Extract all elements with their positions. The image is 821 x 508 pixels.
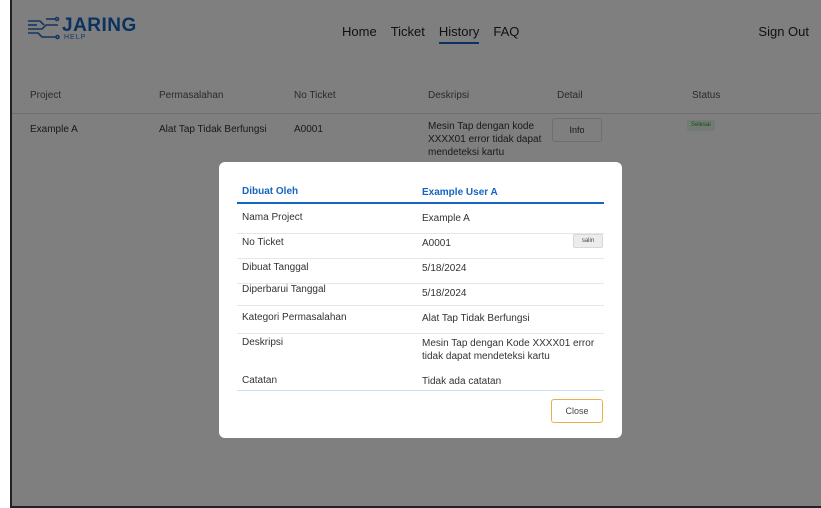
detail-label: Catatan bbox=[242, 375, 278, 386]
ticket-detail-modal: Dibuat Oleh Example User A Nama Project … bbox=[219, 162, 622, 438]
detail-value: Mesin Tap dengan Kode XXXX01 error tidak… bbox=[422, 338, 595, 362]
detail-value: 5/18/2024 bbox=[422, 263, 467, 274]
detail-value: A0001 bbox=[422, 238, 451, 249]
created-by-label: Dibuat Oleh bbox=[242, 186, 299, 197]
detail-row-ticket: No Ticket A0001 salin bbox=[237, 234, 604, 259]
detail-row-created: Dibuat Tanggal 5/18/2024 bbox=[237, 262, 604, 284]
detail-label: Deskripsi bbox=[242, 337, 284, 348]
detail-row-category: Kategori Permasalahan Alat Tap Tidak Ber… bbox=[237, 312, 604, 334]
detail-label: No Ticket bbox=[242, 237, 284, 248]
detail-value: Alat Tap Tidak Berfungsi bbox=[422, 313, 530, 324]
detail-row-updated: Diperbarui Tanggal 5/18/2024 bbox=[237, 284, 604, 306]
detail-label: Nama Project bbox=[242, 212, 303, 223]
created-by-value: Example User A bbox=[422, 187, 498, 198]
detail-label: Dibuat Tanggal bbox=[242, 262, 309, 273]
detail-value: 5/18/2024 bbox=[422, 288, 467, 299]
detail-value: Tidak ada catatan bbox=[422, 376, 502, 387]
detail-label: Kategori Permasalahan bbox=[242, 312, 347, 323]
detail-row-description: Deskripsi Mesin Tap dengan Kode XXXX01 e… bbox=[237, 337, 604, 375]
detail-label: Diperbarui Tanggal bbox=[242, 284, 326, 295]
detail-row-notes: Catatan Tidak ada catatan bbox=[237, 375, 604, 391]
detail-value: Example A bbox=[422, 213, 470, 224]
detail-row-project: Nama Project Example A bbox=[237, 212, 604, 234]
close-button[interactable]: Close bbox=[551, 399, 603, 423]
modal-header-row: Dibuat Oleh Example User A bbox=[237, 186, 604, 204]
copy-ticket-button[interactable]: salin bbox=[573, 234, 603, 248]
